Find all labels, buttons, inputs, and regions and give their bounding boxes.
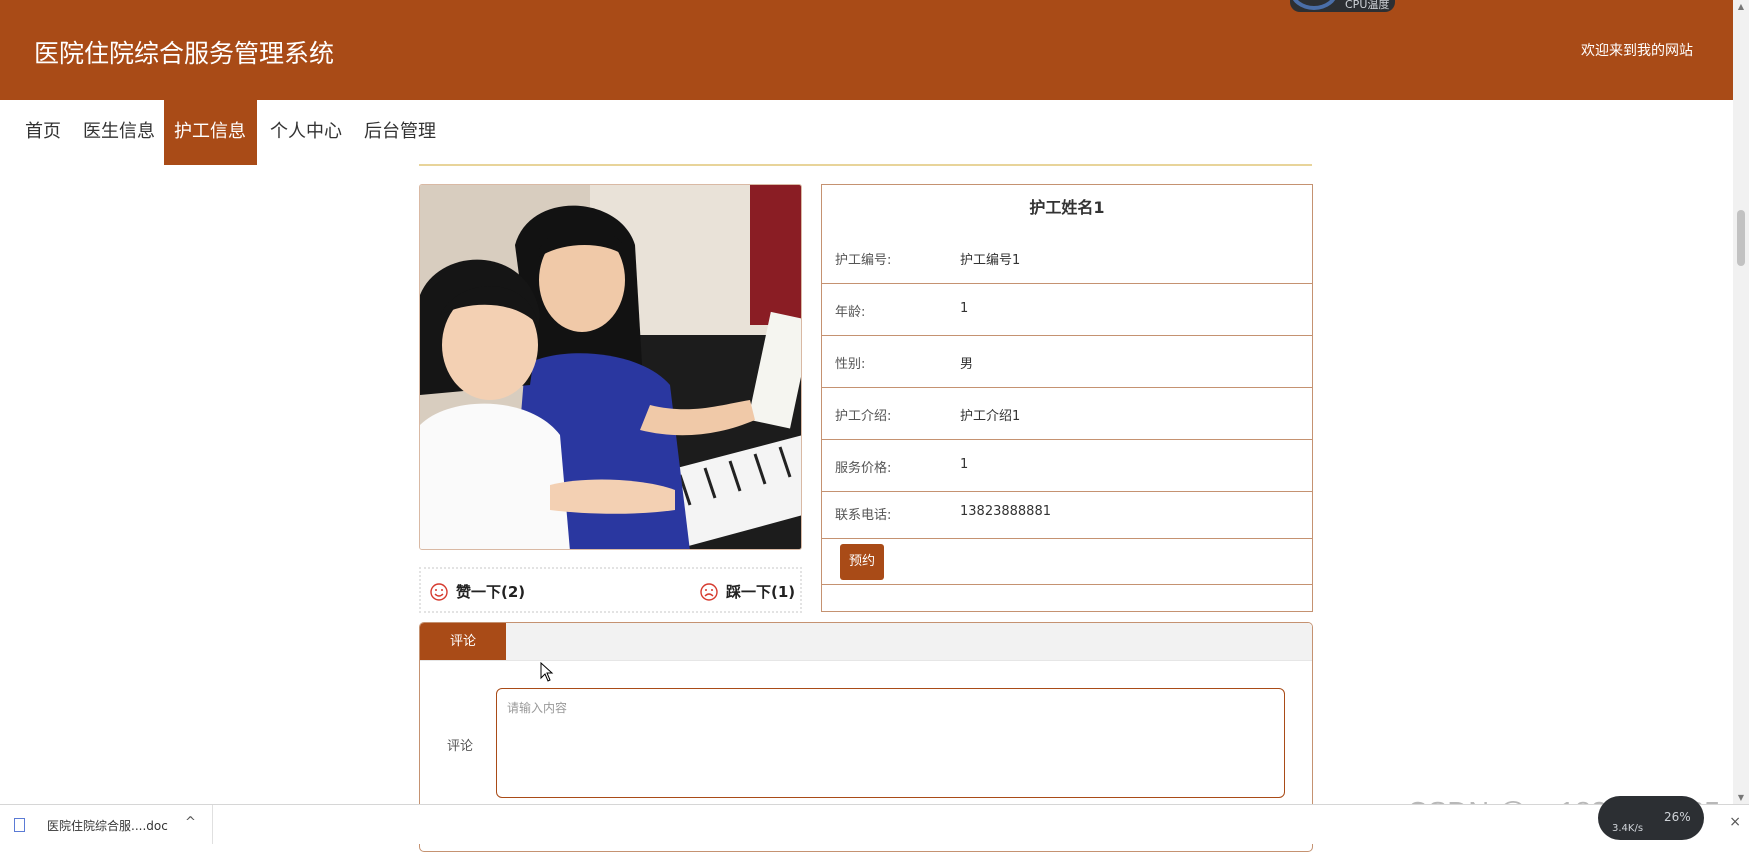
site-title: 医院住院综合服务管理系统 [34, 39, 335, 68]
main-nav: 首页 医生信息 护工信息 个人中心 后台管理 [0, 100, 1733, 165]
like-button[interactable]: 赞一下(2) [430, 581, 525, 602]
nav-item-admin[interactable]: 后台管理 [354, 100, 446, 165]
download-bar: 医院住院综合服....doc ^ × [0, 804, 1749, 844]
nav-item-home[interactable]: 首页 [15, 100, 71, 165]
detail-label: 年龄: [835, 305, 866, 320]
detail-row-intro: 护工介绍: 护工介绍1 [822, 387, 1312, 440]
detail-label: 护工编号: [835, 253, 892, 268]
nav-item-personal-center[interactable]: 个人中心 [260, 100, 352, 165]
comment-field-label: 评论 [447, 739, 474, 754]
nurse-detail-card: 护工姓名1 护工编号: 护工编号1 年龄: 1 性别: 男 护工介绍: 护工介绍… [821, 184, 1313, 612]
detail-value: 护工介绍1 [960, 409, 1021, 424]
close-icon[interactable]: × [1729, 814, 1741, 830]
network-speed: 3.4K/s [1612, 823, 1644, 834]
tab-comments[interactable]: 评论 [420, 623, 506, 660]
nurse-photo [419, 184, 802, 550]
document-icon [14, 818, 25, 832]
detail-label: 护工介绍: [835, 409, 892, 424]
network-speed-widget[interactable]: 3.4K/s 26% [1598, 796, 1704, 840]
cpu-widget-label: CPU温度 [1345, 0, 1390, 11]
detail-value: 13823888881 [960, 504, 1051, 519]
site-header: 医院住院综合服务管理系统 欢迎来到我的网站 CPU温度 [0, 0, 1733, 100]
nav-item-doctors[interactable]: 医生信息 [73, 100, 165, 165]
frown-icon [700, 582, 718, 601]
cpu-gauge-icon [1290, 0, 1338, 10]
mouse-cursor-icon [540, 662, 554, 682]
download-file-name: 医院住院综合服....doc [47, 819, 168, 833]
welcome-text: 欢迎来到我的网站 [1581, 43, 1693, 59]
smile-icon [430, 582, 448, 601]
like-label: 赞一下(2) [456, 583, 526, 601]
detail-row-id: 护工编号: 护工编号1 [822, 231, 1312, 284]
content-divider [419, 164, 1312, 166]
detail-label: 服务价格: [835, 461, 892, 476]
book-button[interactable]: 预约 [840, 544, 884, 580]
scroll-up-arrow-icon[interactable]: ▲ [1736, 2, 1746, 11]
detail-label: 性别: [835, 357, 866, 372]
vote-bar: 赞一下(2) 踩一下(1) [419, 567, 802, 613]
detail-value: 1 [960, 457, 969, 472]
detail-value: 1 [960, 301, 969, 316]
cpu-temperature-widget[interactable]: CPU温度 [1290, 0, 1395, 12]
download-item[interactable]: 医院住院综合服....doc ^ [0, 805, 213, 844]
booking-row: 预约 [822, 538, 1312, 585]
comment-tab-strip: 评论 [420, 623, 1312, 661]
scrollbar-thumb[interactable] [1737, 210, 1745, 266]
page-scrollbar[interactable]: ▲ ▼ [1733, 0, 1749, 804]
detail-row-phone: 联系电话: 13823888881 [822, 486, 1312, 539]
detail-row-price: 服务价格: 1 [822, 439, 1312, 492]
detail-label: 联系电话: [835, 508, 892, 523]
comment-input[interactable] [496, 688, 1285, 798]
nurse-name-title: 护工姓名1 [1029, 198, 1105, 217]
nav-item-nurses[interactable]: 护工信息 [164, 100, 257, 165]
usage-percent: 26% [1664, 810, 1691, 824]
detail-value: 男 [960, 357, 974, 372]
detail-row-age: 年龄: 1 [822, 283, 1312, 336]
detail-value: 护工编号1 [960, 253, 1021, 268]
dislike-button[interactable]: 踩一下(1) [700, 581, 795, 602]
detail-row-gender: 性别: 男 [822, 335, 1312, 388]
chevron-up-icon[interactable]: ^ [185, 815, 196, 830]
scroll-down-arrow-icon[interactable]: ▼ [1736, 793, 1746, 802]
photo-illustration [420, 185, 801, 549]
dislike-label: 踩一下(1) [726, 583, 796, 601]
